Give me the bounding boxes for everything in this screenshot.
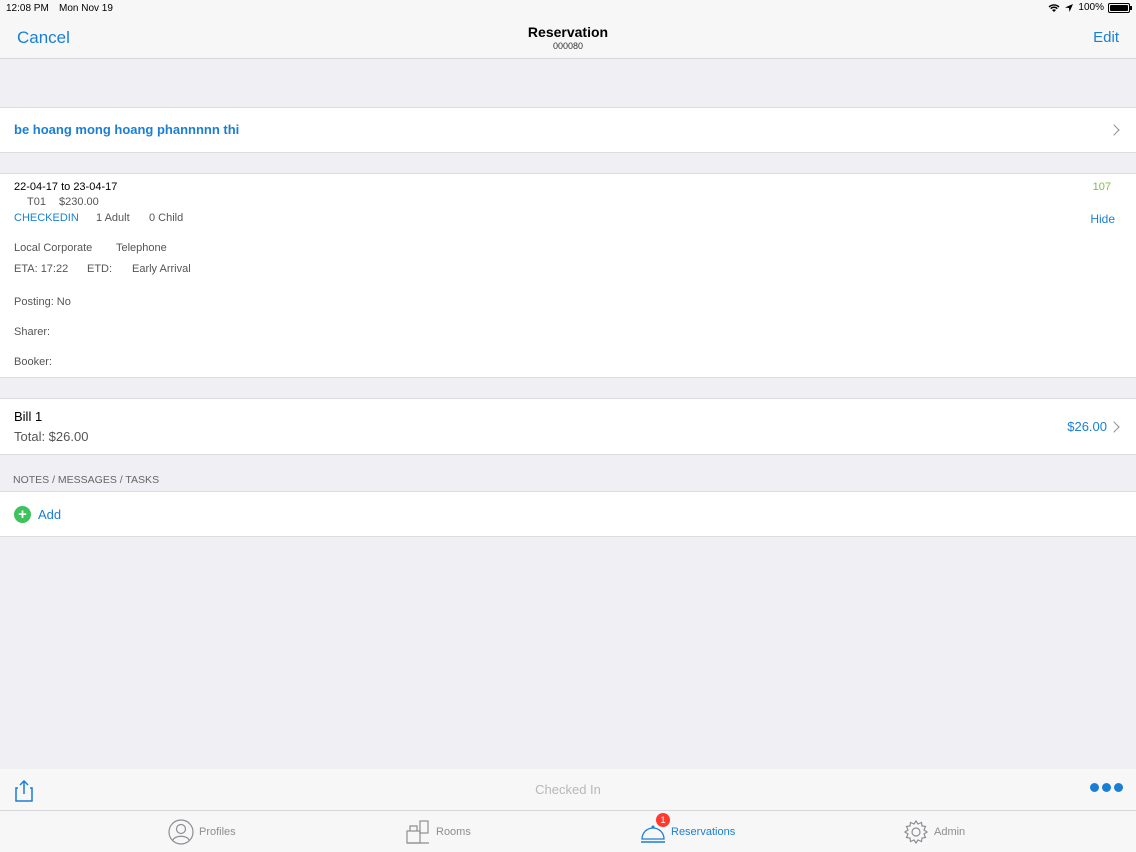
stay-dates: 22-04-17 to 23-04-17 — [14, 181, 118, 193]
notes-section-header: NOTES / MESSAGES / TASKS — [13, 474, 160, 486]
battery-percent: 100% — [1078, 2, 1104, 13]
room-number: 107 — [1092, 181, 1111, 193]
status-indicators: 100% — [1048, 2, 1132, 13]
chevron-right-icon — [1108, 421, 1120, 433]
more-dot — [1114, 783, 1123, 792]
tab-bar: Profiles Rooms 1 Reservations Admin — [0, 810, 1136, 852]
person-circle-icon — [168, 819, 194, 845]
location-icon — [1065, 3, 1074, 12]
tab-reservations[interactable]: 1 Reservations — [640, 813, 736, 845]
tab-label: Reservations — [671, 826, 736, 838]
room-type: T01 — [27, 196, 46, 208]
booker-label: Booker: — [14, 356, 52, 368]
gear-icon — [903, 819, 929, 845]
notification-badge: 1 — [656, 813, 670, 827]
guest-profile-row[interactable]: be hoang mong hoang phannnnn thi — [0, 107, 1136, 153]
rooms-icon — [406, 820, 429, 844]
battery-icon — [1108, 2, 1132, 13]
guest-name: be hoang mong hoang phannnnn thi — [14, 122, 240, 137]
bill-row[interactable]: Bill 1 Total: $26.00 $26.00 — [0, 398, 1136, 455]
bill-total: Total: $26.00 — [14, 429, 89, 444]
tab-rooms[interactable]: Rooms — [405, 819, 471, 845]
reservation-number: 000080 — [552, 41, 584, 51]
bill-amount: $26.00 — [1067, 419, 1107, 434]
bill-title: Bill 1 — [14, 409, 43, 424]
add-note-button[interactable]: Add — [38, 507, 61, 522]
bottom-toolbar: Checked In — [0, 769, 1136, 810]
adult-count: 1 Adult — [96, 212, 130, 224]
status-date: Mon Nov 19 — [59, 3, 113, 14]
more-dot — [1102, 783, 1111, 792]
status-bar: 12:08 PM Mon Nov 19 100% — [0, 0, 1136, 18]
market-segment: Local Corporate — [14, 242, 93, 254]
add-note-row[interactable]: + Add — [0, 491, 1136, 537]
chevron-right-icon — [1108, 124, 1120, 136]
status-time: 12:08 PM — [6, 3, 49, 14]
bell-icon: 1 — [640, 813, 670, 845]
tab-admin[interactable]: Admin — [903, 819, 965, 845]
reservation-status: CHECKEDIN — [14, 212, 79, 224]
wifi-icon — [1048, 3, 1060, 12]
arrival-type: Early Arrival — [132, 263, 191, 275]
more-options-button[interactable] — [1090, 783, 1123, 792]
etd: ETD: — [87, 263, 113, 275]
reservation-details: 22-04-17 to 23-04-17 107 T01 $230.00 CHE… — [0, 173, 1136, 378]
tab-profiles[interactable]: Profiles — [168, 819, 236, 845]
page-title: Reservation — [527, 24, 609, 40]
tab-label: Rooms — [436, 826, 471, 838]
checkin-status: Checked In — [535, 782, 601, 797]
room-rate: $230.00 — [59, 196, 99, 208]
navigation-bar: Cancel Reservation 000080 Edit — [0, 18, 1136, 59]
tab-label: Admin — [934, 826, 966, 838]
booking-source: Telephone — [116, 242, 167, 254]
battery-fill — [1110, 4, 1128, 11]
edit-button[interactable]: Edit — [1093, 29, 1119, 46]
sharer-label: Sharer: — [14, 326, 51, 338]
tab-label: Profiles — [199, 826, 236, 838]
more-dot — [1090, 783, 1099, 792]
child-count: 0 Child — [149, 212, 184, 224]
add-icon: + — [14, 506, 31, 523]
eta: ETA: 17:22 — [14, 263, 69, 275]
hide-button[interactable]: Hide — [1090, 212, 1115, 226]
posting-status: Posting: No — [14, 296, 71, 308]
